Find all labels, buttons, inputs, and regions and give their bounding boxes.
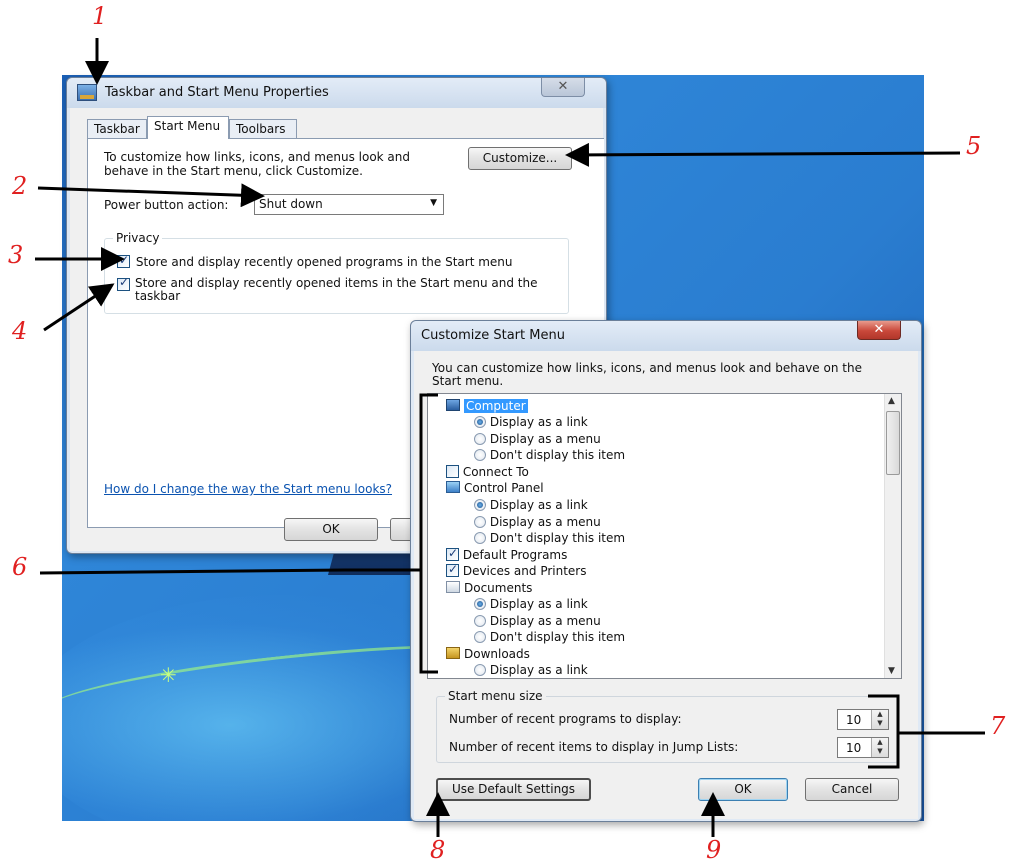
annotation-7: 7 [990, 712, 1006, 740]
annotation-8: 8 [430, 836, 446, 864]
tab-start-menu[interactable]: Start Menu [147, 116, 229, 139]
annotation-3: 3 [8, 241, 24, 269]
arrow-5 [565, 142, 961, 167]
bracket-6 [39, 393, 438, 674]
annotation-1: 1 [92, 2, 108, 30]
annotation-6: 6 [12, 553, 28, 581]
arrow-4 [43, 283, 115, 332]
annotation-4: 4 [12, 317, 28, 345]
annotation-9: 9 [706, 836, 722, 864]
annotation-5: 5 [966, 132, 982, 160]
annotation-2: 2 [12, 172, 28, 200]
bracket-7 [868, 694, 985, 769]
arrow-2 [37, 183, 265, 208]
